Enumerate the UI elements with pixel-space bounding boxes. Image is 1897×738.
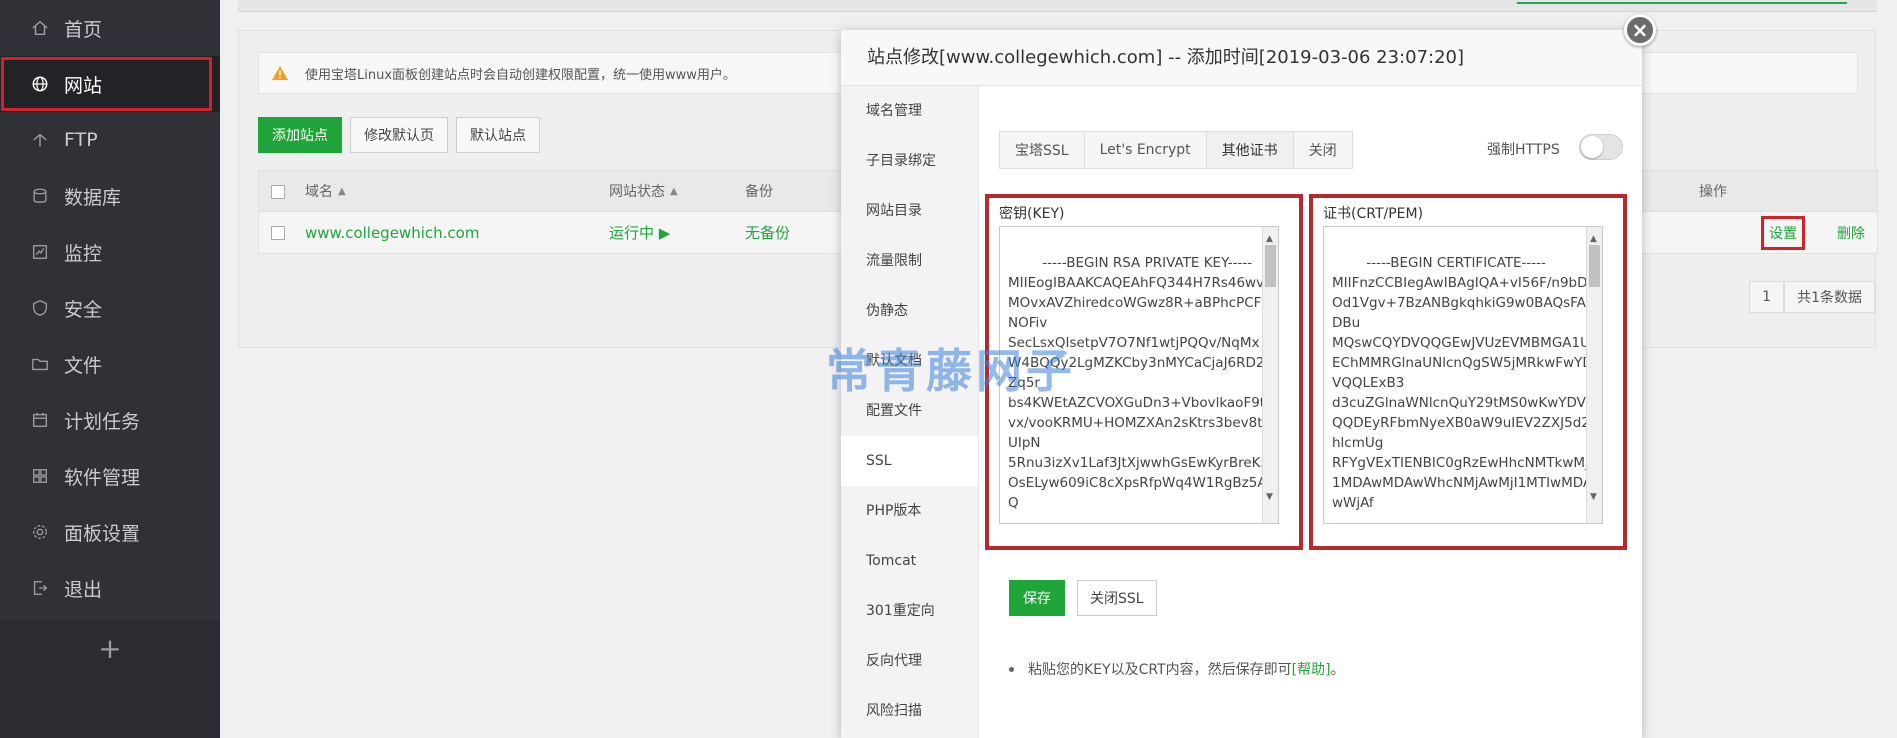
close-ssl-button[interactable]: 关闭SSL — [1077, 580, 1157, 616]
column-status[interactable]: 网站状态 ▲ — [609, 171, 678, 211]
sidebar-item-label: 计划任务 — [64, 410, 141, 433]
top-search-field[interactable] — [1517, 0, 1847, 4]
sidebar-item-label: 数据库 — [64, 186, 122, 209]
bullet-dot — [1009, 666, 1014, 672]
menu-item-traffic[interactable]: 流量限制 — [841, 236, 978, 286]
force-https-label: 强制HTTPS — [1487, 142, 1560, 158]
key-label: 密钥(KEY) — [999, 206, 1065, 222]
watermark-text: 常青藤网子 — [826, 344, 1076, 398]
tip-suffix: 。 — [1330, 662, 1345, 678]
sidebar-item-label: FTP — [64, 129, 98, 151]
ftp-icon — [30, 130, 50, 150]
tab-other-cert[interactable]: 其他证书 — [1205, 131, 1293, 169]
sidebar-item-label: 首页 — [64, 18, 103, 41]
ssl-tabs: 宝塔SSL Let's Encrypt 其他证书 关闭 — [999, 131, 1353, 169]
sidebar-item-home[interactable]: 首页 — [0, 0, 220, 56]
dialog-menu: 域名管理 子目录绑定 网站目录 流量限制 伪静态 默认文档 配置文件 SSL P… — [841, 86, 979, 738]
close-icon: × — [1631, 18, 1649, 42]
add-menu-button[interactable]: + — [0, 620, 220, 676]
top-bar — [238, 0, 1877, 12]
cert-textarea[interactable]: -----BEGIN CERTIFICATE----- MIIFnzCCBIeg… — [1323, 226, 1603, 524]
dialog-title: 站点修改[www.collegewhich.com] -- 添加时间[2019-… — [841, 30, 1642, 86]
menu-item-risk-scan[interactable]: 风险扫描 — [841, 686, 978, 736]
site-status-toggle[interactable]: 运行中 ▶ — [609, 212, 670, 253]
sidebar-item-label: 软件管理 — [64, 466, 141, 489]
select-all-checkbox[interactable] — [271, 185, 285, 199]
settings-highlight: 设置 — [1761, 216, 1805, 250]
add-site-button[interactable]: 添加站点 — [258, 117, 342, 153]
menu-item-rewrite[interactable]: 伪静态 — [841, 286, 978, 336]
sidebar-item-label: 文件 — [64, 354, 103, 377]
menu-item-domain[interactable]: 域名管理 — [841, 86, 978, 136]
sidebar-item-database[interactable]: 数据库 — [0, 168, 220, 224]
row-checkbox[interactable] — [271, 226, 285, 240]
sidebar-item-software[interactable]: 软件管理 — [0, 448, 220, 504]
menu-item-site-dir[interactable]: 网站目录 — [841, 186, 978, 236]
folder-icon — [30, 354, 50, 374]
home-icon — [30, 18, 50, 38]
sidebar-item-ftp[interactable]: FTP — [0, 112, 220, 168]
menu-item-php[interactable]: PHP版本 — [841, 486, 978, 536]
logout-icon — [30, 578, 50, 598]
page-number[interactable]: 1 — [1749, 281, 1785, 313]
notice-text: 使用宝塔Linux面板创建站点时会自动创建权限配置，统一使用www用户。 — [305, 67, 736, 83]
warning-icon — [271, 65, 289, 81]
menu-item-tomcat[interactable]: Tomcat — [841, 536, 978, 586]
force-https-toggle[interactable] — [1579, 134, 1623, 160]
sidebar-item-security[interactable]: 安全 — [0, 280, 220, 336]
sidebar-item-monitor[interactable]: 监控 — [0, 224, 220, 280]
sidebar-item-label: 面板设置 — [64, 522, 141, 545]
site-toolbar: 添加站点 修改默认页 默认站点 — [258, 117, 540, 153]
delete-link[interactable]: 删除 — [1837, 212, 1865, 253]
sidebar-item-label: 网站 — [64, 74, 103, 97]
default-site-button[interactable]: 默认站点 — [456, 117, 540, 153]
tab-lets-encrypt[interactable]: Let's Encrypt — [1083, 131, 1206, 169]
total-count: 共1条数据 — [1784, 281, 1875, 313]
gear-icon — [30, 522, 50, 542]
sidebar-item-cron[interactable]: 计划任务 — [0, 392, 220, 448]
column-action: 操作 — [1699, 184, 1727, 200]
pagination: 1 共1条数据 — [1749, 281, 1875, 313]
menu-item-ssl[interactable]: SSL — [841, 436, 978, 486]
dialog-close-button[interactable]: × — [1624, 14, 1656, 46]
sidebar-item-label: 安全 — [64, 298, 103, 321]
ssl-actions: 保存 关闭SSL — [1009, 580, 1157, 616]
sidebar-item-files[interactable]: 文件 — [0, 336, 220, 392]
sidebar-item-label: 监控 — [64, 242, 103, 265]
edit-default-page-button[interactable]: 修改默认页 — [350, 117, 448, 153]
sidebar-item-logout[interactable]: 退出 — [0, 560, 220, 616]
menu-item-subdir[interactable]: 子目录绑定 — [841, 136, 978, 186]
cert-box: 证书(CRT/PEM) -----BEGIN CERTIFICATE----- … — [1309, 194, 1627, 550]
help-link[interactable]: [帮助] — [1292, 659, 1331, 679]
apps-icon — [30, 466, 50, 486]
cert-scrollbar[interactable]: ▲ ▼ — [1586, 227, 1602, 523]
site-domain-link[interactable]: www.collegewhich.com — [305, 212, 479, 253]
sidebar-item-settings[interactable]: 面板设置 — [0, 504, 220, 560]
sidebar-item-website[interactable]: 网站 — [0, 56, 220, 112]
tab-close[interactable]: 关闭 — [1292, 131, 1353, 169]
tip-text: 粘贴您的KEY以及CRT内容，然后保存即可 — [1028, 662, 1292, 678]
globe-icon — [30, 74, 50, 94]
cert-label: 证书(CRT/PEM) — [1323, 206, 1424, 222]
calendar-icon — [30, 410, 50, 430]
column-domain[interactable]: 域名 ▲ — [305, 171, 346, 211]
ssl-tip: 粘贴您的KEY以及CRT内容，然后保存即可 [帮助] 。 — [1009, 659, 1345, 679]
sidebar-item-label: 退出 — [64, 578, 103, 601]
backup-link[interactable]: 无备份 — [745, 212, 790, 253]
database-icon — [30, 186, 50, 206]
column-backup: 备份 — [745, 184, 773, 200]
menu-item-proxy[interactable]: 反向代理 — [841, 636, 978, 686]
sidebar-footer: + — [0, 620, 220, 738]
shield-icon — [30, 298, 50, 318]
settings-link[interactable]: 设置 — [1769, 223, 1797, 243]
save-button[interactable]: 保存 — [1009, 580, 1065, 616]
monitor-icon — [30, 242, 50, 262]
tab-bt-ssl[interactable]: 宝塔SSL — [999, 131, 1084, 169]
menu-item-redirect[interactable]: 301重定向 — [841, 586, 978, 636]
key-scrollbar[interactable]: ▲ ▼ — [1262, 227, 1278, 523]
dialog-body: 宝塔SSL Let's Encrypt 其他证书 关闭 强制HTTPS 密钥(K… — [979, 86, 1642, 738]
sidebar: 首页 网站 FTP 数据库 监控 安全 文件 计划任务 软件管理 面板设置 退出 — [0, 0, 220, 738]
